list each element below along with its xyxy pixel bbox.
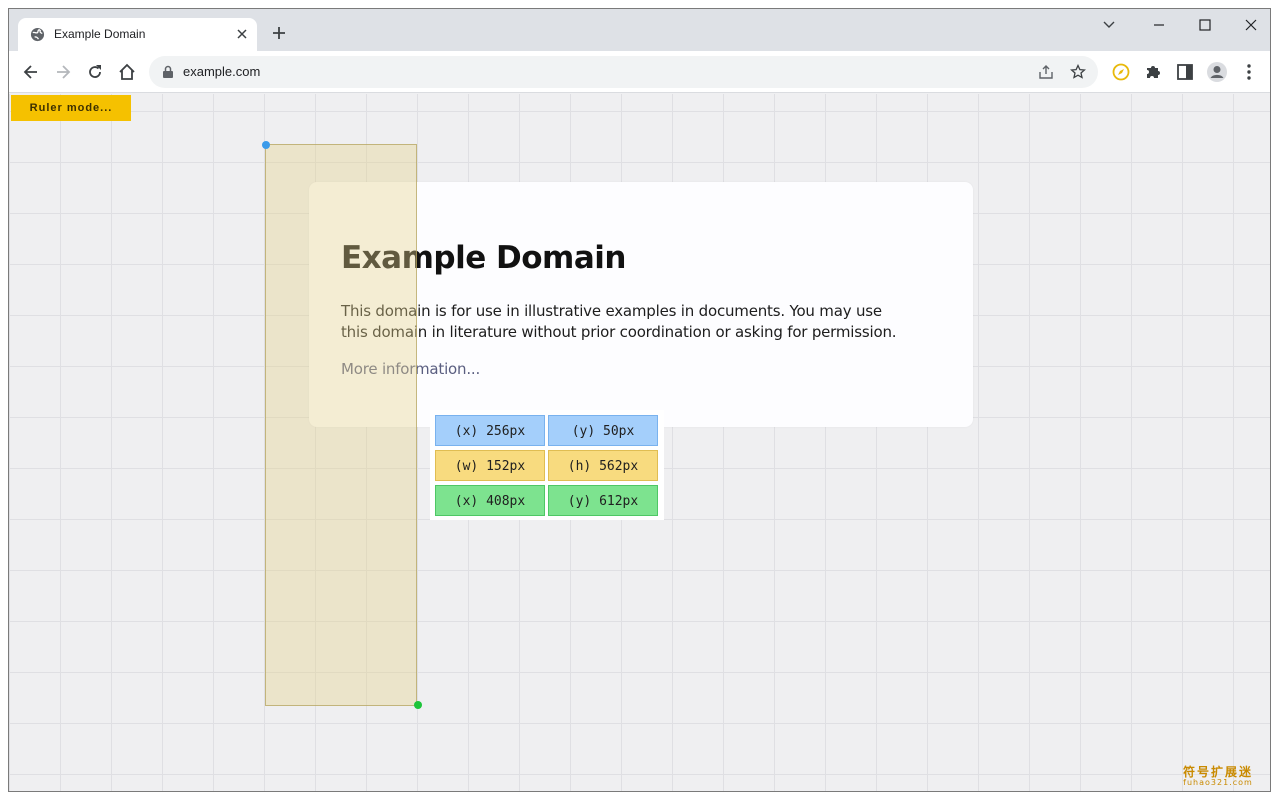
- measurement-readout: (x) 256px (y) 50px (w) 152px (h) 562px (…: [430, 410, 664, 520]
- height-value: (h) 562px: [548, 450, 658, 481]
- end-x-value: (x) 408px: [435, 485, 545, 516]
- browser-toolbar: example.com: [9, 51, 1270, 93]
- chevron-down-icon[interactable]: [1101, 16, 1117, 32]
- lock-icon[interactable]: [161, 65, 175, 79]
- home-icon[interactable]: [117, 62, 137, 82]
- globe-icon: [30, 27, 45, 42]
- close-icon[interactable]: [234, 26, 250, 42]
- start-x-value: (x) 256px: [435, 415, 545, 446]
- forward-icon[interactable]: [53, 62, 73, 82]
- end-y-value: (y) 612px: [548, 485, 658, 516]
- watermark: 符号扩展迷 fuhao321.com: [1176, 763, 1260, 787]
- ruler-end-handle[interactable]: [414, 701, 422, 709]
- browser-window: Example Domain example.com Ruler mode...…: [8, 8, 1271, 792]
- start-y-value: (y) 50px: [548, 415, 658, 446]
- reload-icon[interactable]: [85, 62, 105, 82]
- tab-example-domain[interactable]: Example Domain: [18, 18, 257, 51]
- address-bar[interactable]: example.com: [149, 56, 1098, 88]
- width-value: (w) 152px: [435, 450, 545, 481]
- puzzle-icon[interactable]: [1143, 62, 1163, 82]
- tab-title: Example Domain: [54, 27, 146, 41]
- watermark-domain: fuhao321.com: [1183, 778, 1253, 787]
- maximize-icon[interactable]: [1195, 15, 1215, 35]
- plus-icon[interactable]: [271, 25, 287, 41]
- side-panel-icon[interactable]: [1175, 62, 1195, 82]
- ruler-extension-icon[interactable]: [1111, 62, 1131, 82]
- ruler-mode-button[interactable]: Ruler mode...: [11, 95, 131, 121]
- url-text[interactable]: example.com: [183, 64, 260, 79]
- star-icon[interactable]: [1070, 64, 1086, 80]
- ruler-selection-rectangle[interactable]: [265, 144, 417, 706]
- ruler-start-handle[interactable]: [262, 141, 270, 149]
- kebab-menu-icon[interactable]: [1239, 62, 1259, 82]
- page-paragraph: This domain is for use in illustrative e…: [341, 302, 897, 341]
- minimize-icon[interactable]: [1149, 15, 1169, 35]
- window-close-icon[interactable]: [1241, 15, 1261, 35]
- tab-strip: Example Domain: [9, 9, 1270, 51]
- page-viewport: Ruler mode... Example Domain This domain…: [9, 94, 1270, 791]
- back-icon[interactable]: [21, 62, 41, 82]
- profile-icon[interactable]: [1206, 61, 1228, 83]
- share-icon[interactable]: [1038, 64, 1054, 80]
